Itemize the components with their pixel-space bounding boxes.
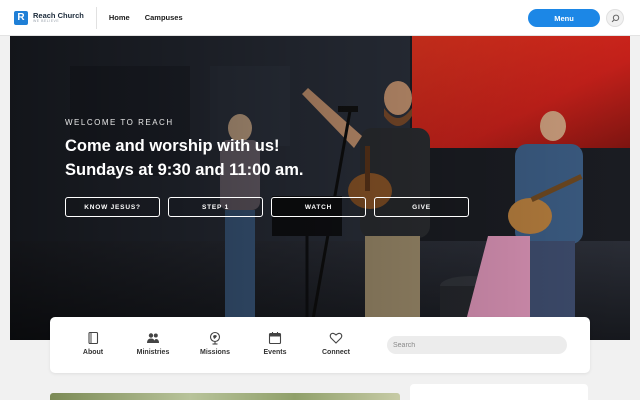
hero-worship-photo	[10, 36, 630, 340]
globe-icon	[209, 331, 221, 345]
people-icon	[147, 333, 159, 343]
watch-button[interactable]: WATCH	[271, 197, 366, 217]
hero-heading: Come and worship with us! Sundays at 9:3…	[65, 135, 303, 183]
nav-home[interactable]: Home	[109, 13, 130, 22]
hero-heading-line2: Sundays at 9:30 and 11:00 am.	[65, 160, 304, 179]
step-1-button[interactable]: STEP 1	[168, 197, 263, 217]
calendar-icon	[268, 332, 282, 345]
side-card-preview	[410, 384, 588, 400]
quick-link-missions[interactable]: Missions	[185, 331, 245, 356]
quick-link-ministries[interactable]: Ministries	[123, 331, 183, 356]
logo[interactable]: R Reach Church WE BELIEVE	[14, 0, 84, 36]
hero-eyebrow: WELCOME TO REACH	[65, 118, 174, 127]
site-header: R Reach Church WE BELIEVE Home Campuses …	[0, 0, 640, 36]
quick-link-events[interactable]: Events	[245, 331, 305, 356]
brand-name: Reach Church	[33, 10, 84, 20]
menu-button[interactable]: Menu	[528, 9, 600, 27]
heart-icon	[329, 332, 343, 344]
give-button[interactable]: GIVE	[374, 197, 469, 217]
brand-tagline: WE BELIEVE	[33, 19, 60, 23]
quick-links-bar: About Ministries Missions Events Connect…	[50, 317, 590, 373]
logo-mark-icon: R	[14, 10, 28, 25]
quick-link-label: Missions	[200, 349, 230, 356]
know-jesus-button[interactable]: KNOW JESUS?	[65, 197, 160, 217]
quick-link-about[interactable]: About	[63, 331, 123, 356]
quick-link-label: Ministries	[136, 349, 170, 356]
hero-text: WELCOME TO REACH Come and worship with u…	[65, 118, 303, 183]
book-icon	[88, 331, 99, 345]
search-icon	[611, 14, 619, 22]
hero-banner: WELCOME TO REACH Come and worship with u…	[10, 36, 630, 340]
logo-text: Reach Church WE BELIEVE	[33, 10, 84, 24]
feature-image-preview[interactable]	[50, 393, 400, 400]
search-button[interactable]	[606, 9, 624, 27]
nav-campuses[interactable]: Campuses	[145, 13, 183, 22]
quick-link-label: About	[82, 349, 104, 356]
hero-heading-line1: Come and worship with us!	[65, 137, 280, 155]
hero-button-group: KNOW JESUS? STEP 1 WATCH GIVE	[65, 197, 477, 217]
quick-link-connect[interactable]: Connect	[306, 331, 366, 356]
header-divider	[95, 6, 97, 29]
main-nav: Home Campuses	[109, 13, 198, 22]
quick-link-label: Connect	[322, 349, 350, 356]
quick-link-label: Events	[263, 349, 287, 356]
search-input[interactable]	[387, 336, 567, 354]
